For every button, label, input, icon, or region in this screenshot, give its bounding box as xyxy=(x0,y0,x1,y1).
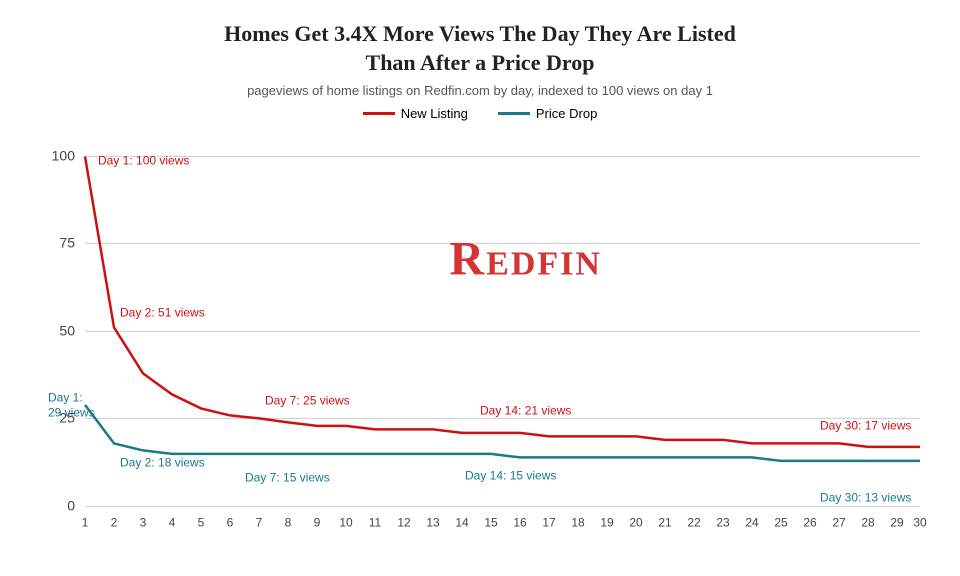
x-label-21: 21 xyxy=(658,516,672,530)
redfin-logo: Redfin xyxy=(450,231,602,286)
x-label-24: 24 xyxy=(745,516,759,530)
y-label-75: 75 xyxy=(59,235,75,251)
annot-nl-day14: Day 14: 21 views xyxy=(480,404,571,418)
annot-pd-day30: Day 30: 13 views xyxy=(820,491,911,505)
chart-container: Homes Get 3.4X More Views The Day They A… xyxy=(0,0,960,576)
x-label-4: 4 xyxy=(169,516,176,530)
x-label-11: 11 xyxy=(369,516,382,530)
x-label-10: 10 xyxy=(339,516,353,530)
x-label-28: 28 xyxy=(861,516,875,530)
x-label-19: 19 xyxy=(600,516,614,530)
title-line2: Than After a Price Drop xyxy=(366,50,595,75)
x-label-18: 18 xyxy=(571,516,585,530)
y-label-0: 0 xyxy=(67,498,75,514)
annot-nl-day7: Day 7: 25 views xyxy=(265,394,350,408)
x-label-3: 3 xyxy=(140,516,147,530)
y-label-50: 50 xyxy=(59,323,75,339)
x-label-7: 7 xyxy=(256,516,263,530)
annot-nl-day1: Day 1: 100 views xyxy=(98,154,189,168)
title-line1: Homes Get 3.4X More Views The Day They A… xyxy=(224,21,736,46)
x-label-26: 26 xyxy=(803,516,817,530)
x-label-20: 20 xyxy=(629,516,643,530)
x-label-16: 16 xyxy=(513,516,527,530)
annot-nl-day30: Day 30: 17 views xyxy=(820,419,911,433)
x-label-8: 8 xyxy=(285,516,292,530)
chart-subtitle: pageviews of home listings on Redfin.com… xyxy=(247,83,713,98)
y-label-100: 100 xyxy=(52,148,76,164)
chart-title: Homes Get 3.4X More Views The Day They A… xyxy=(224,20,736,77)
x-label-30: 30 xyxy=(913,516,927,530)
chart-legend: New Listing Price Drop xyxy=(363,106,598,121)
x-label-17: 17 xyxy=(542,516,556,530)
legend-line-red xyxy=(363,112,395,115)
annot-pd-day7: Day 7: 15 views xyxy=(245,471,330,485)
legend-line-teal xyxy=(498,112,530,115)
annot-nl-day2: Day 2: 51 views xyxy=(120,306,205,320)
chart-area: Redfin 0 25 50 75 100 1 2 3 4 5 6 xyxy=(30,127,930,566)
x-label-1: 1 xyxy=(82,516,89,530)
x-label-13: 13 xyxy=(426,516,440,530)
annot-pd-day1-line1: Day 1: xyxy=(48,391,83,405)
legend-new-listing: New Listing xyxy=(363,106,468,121)
x-label-6: 6 xyxy=(227,516,234,530)
x-label-5: 5 xyxy=(198,516,205,530)
x-label-23: 23 xyxy=(716,516,730,530)
chart-svg: 0 25 50 75 100 1 2 3 4 5 6 7 8 9 10 11 1… xyxy=(30,127,930,566)
annot-pd-day2: Day 2: 18 views xyxy=(120,456,205,470)
annot-pd-day1-line2: 29 views xyxy=(48,406,95,420)
x-label-2: 2 xyxy=(111,516,118,530)
annot-pd-day14: Day 14: 15 views xyxy=(465,469,556,483)
x-label-29: 29 xyxy=(890,516,904,530)
x-label-9: 9 xyxy=(314,516,321,530)
legend-price-drop-label: Price Drop xyxy=(536,106,597,121)
x-label-12: 12 xyxy=(397,516,411,530)
x-label-14: 14 xyxy=(455,516,469,530)
x-label-27: 27 xyxy=(832,516,846,530)
legend-new-listing-label: New Listing xyxy=(401,106,468,121)
legend-price-drop: Price Drop xyxy=(498,106,597,121)
x-label-25: 25 xyxy=(774,516,788,530)
x-label-15: 15 xyxy=(484,516,498,530)
x-label-22: 22 xyxy=(687,516,701,530)
